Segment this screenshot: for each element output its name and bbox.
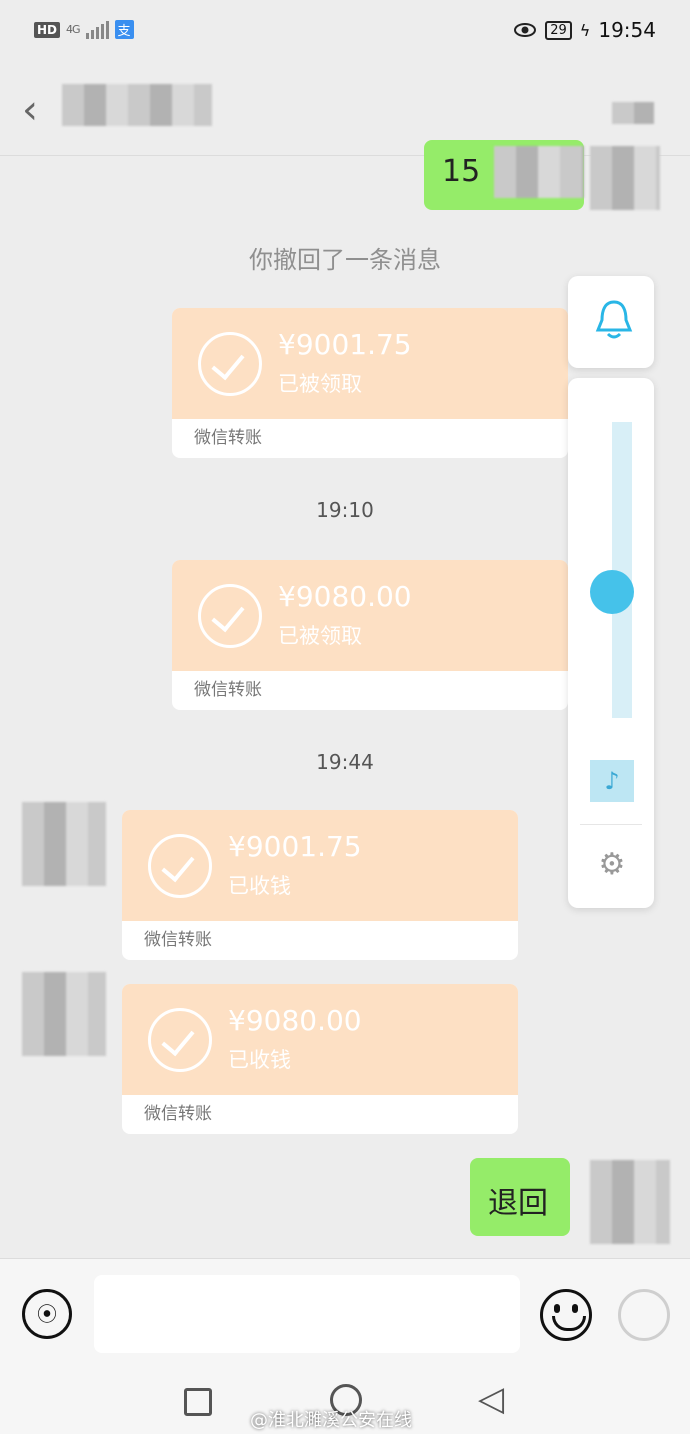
check-circle-icon xyxy=(198,332,262,396)
sent-message-blur xyxy=(494,146,584,198)
transfer-footer: 微信转账 xyxy=(144,1104,212,1124)
transfer-footer: 微信转账 xyxy=(194,680,262,700)
chat-header: ‹ xyxy=(0,62,690,156)
transfer-card-body: ¥9001.75 已被领取 xyxy=(172,308,568,419)
sent-message-bubble[interactable]: 15 xyxy=(424,140,584,210)
notification-bell-panel[interactable] xyxy=(568,276,654,368)
watermark: @淮北濉溪公安在线 xyxy=(250,1410,412,1431)
transfer-amount: ¥9001.75 xyxy=(228,830,362,863)
recall-notice: 你撤回了一条消息 xyxy=(249,246,441,274)
input-bar: ⦿ xyxy=(0,1258,690,1362)
eye-icon xyxy=(514,23,537,37)
status-right: 29 ϟ 19:54 xyxy=(513,18,656,42)
recents-button-icon[interactable] xyxy=(184,1388,212,1416)
transfer-status: 已被领取 xyxy=(278,624,362,648)
transfer-amount: ¥9080.00 xyxy=(278,580,412,613)
battery-icon: 29 xyxy=(545,20,572,40)
status-left: HD 4G 支 xyxy=(34,20,134,39)
transfer-card-body: ¥9080.00 已被领取 xyxy=(172,560,568,671)
contact-name-blurred xyxy=(62,84,212,126)
transfer-card[interactable]: ¥9080.00 已收钱 微信转账 xyxy=(122,984,518,1134)
plus-icon[interactable] xyxy=(618,1289,670,1341)
transfer-card-body: ¥9080.00 已收钱 xyxy=(122,984,518,1095)
charging-icon: ϟ xyxy=(579,20,591,40)
gear-icon[interactable]: ⚙ xyxy=(590,844,634,886)
transfer-card[interactable]: ¥9001.75 已收钱 微信转账 xyxy=(122,810,518,960)
back-chevron-icon[interactable]: ‹ xyxy=(22,90,38,130)
transfer-status: 已被领取 xyxy=(278,372,362,396)
volume-slider-handle[interactable] xyxy=(590,570,634,614)
check-circle-icon xyxy=(148,1008,212,1072)
check-circle-icon xyxy=(148,834,212,898)
transfer-card-body: ¥9001.75 已收钱 xyxy=(122,810,518,921)
volume-panel[interactable]: ♪ ⚙ xyxy=(568,378,654,908)
self-avatar[interactable] xyxy=(590,1160,670,1244)
self-avatar[interactable] xyxy=(590,146,660,210)
transfer-status: 已收钱 xyxy=(228,1048,291,1072)
bell-icon[interactable] xyxy=(594,298,634,342)
transfer-amount: ¥9001.75 xyxy=(278,328,412,361)
check-circle-icon xyxy=(198,584,262,648)
contact-avatar[interactable] xyxy=(22,972,106,1056)
sent-message-bubble[interactable]: 退回 xyxy=(470,1158,570,1236)
message-input[interactable] xyxy=(94,1275,520,1353)
signal-icon xyxy=(85,20,109,39)
emoji-icon[interactable] xyxy=(540,1289,592,1341)
transfer-amount: ¥9080.00 xyxy=(228,1004,362,1037)
sent-message-text: 退回 xyxy=(488,1186,548,1221)
voice-input-icon[interactable]: ⦿ xyxy=(22,1289,72,1339)
contact-avatar[interactable] xyxy=(22,802,106,886)
transfer-card[interactable]: ¥9080.00 已被领取 微信转账 xyxy=(172,560,568,710)
divider xyxy=(580,824,642,825)
transfer-footer: 微信转账 xyxy=(144,930,212,950)
clock: 19:54 xyxy=(598,18,656,42)
system-navbar: ◁ @淮北濉溪公安在线 xyxy=(0,1362,690,1434)
status-bar: HD 4G 支 29 ϟ 19:54 xyxy=(0,0,690,62)
music-note-icon[interactable]: ♪ xyxy=(590,760,634,802)
hd-badge: HD xyxy=(34,21,61,38)
transfer-status: 已收钱 xyxy=(228,874,291,898)
more-icon-blurred[interactable] xyxy=(612,102,654,124)
alipay-icon: 支 xyxy=(114,20,134,39)
transfer-card[interactable]: ¥9001.75 已被领取 微信转账 xyxy=(172,308,568,458)
back-triangle-icon[interactable]: ◁ xyxy=(478,1382,504,1416)
network-type: 4G xyxy=(66,23,80,36)
sent-message-text: 15 xyxy=(442,154,481,189)
transfer-footer: 微信转账 xyxy=(194,428,262,448)
